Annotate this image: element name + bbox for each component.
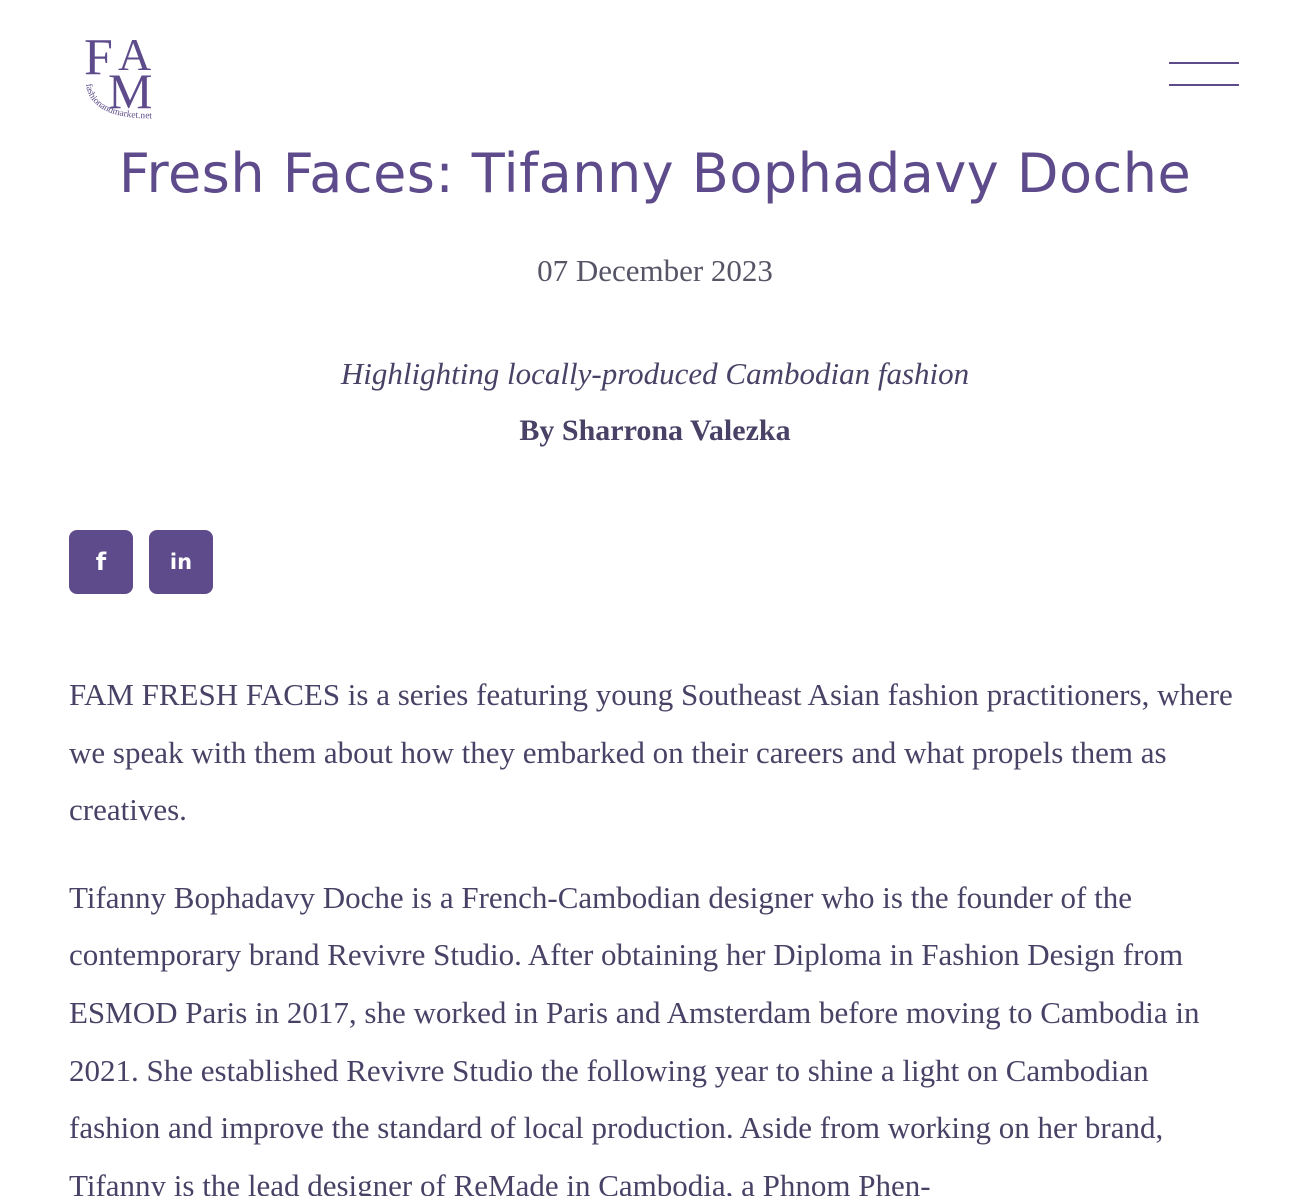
article-paragraph: FAM FRESH FACES is a series featuring yo…	[69, 677, 1233, 828]
site-logo[interactable]: F A M fashionandmarket.net	[78, 18, 178, 130]
fam-logo-icon: F A M fashionandmarket.net	[83, 29, 152, 121]
hamburger-menu-button[interactable]	[1164, 56, 1244, 96]
article-title: Fresh Faces: Tifanny Bophadavy Doche	[118, 142, 1192, 205]
linkedin-share-button[interactable]: in	[149, 530, 213, 594]
menu-line-bottom	[1169, 84, 1239, 86]
article-subtitle: Highlighting locally-produced Cambodian …	[340, 356, 970, 391]
linkedin-icon: in	[169, 550, 193, 574]
article-body: FAM FRESH FACES is a series featuring yo…	[69, 666, 1244, 1196]
menu-line-top	[1169, 62, 1239, 64]
facebook-share-button[interactable]: f	[69, 530, 133, 594]
article-paragraph: Tifanny Bophadavy Doche is a French-Camb…	[69, 879, 1200, 1196]
facebook-icon: f	[95, 548, 107, 576]
article-date: 07 December 2023	[537, 253, 773, 288]
article-byline: By Sharrona Valezka	[519, 414, 791, 447]
